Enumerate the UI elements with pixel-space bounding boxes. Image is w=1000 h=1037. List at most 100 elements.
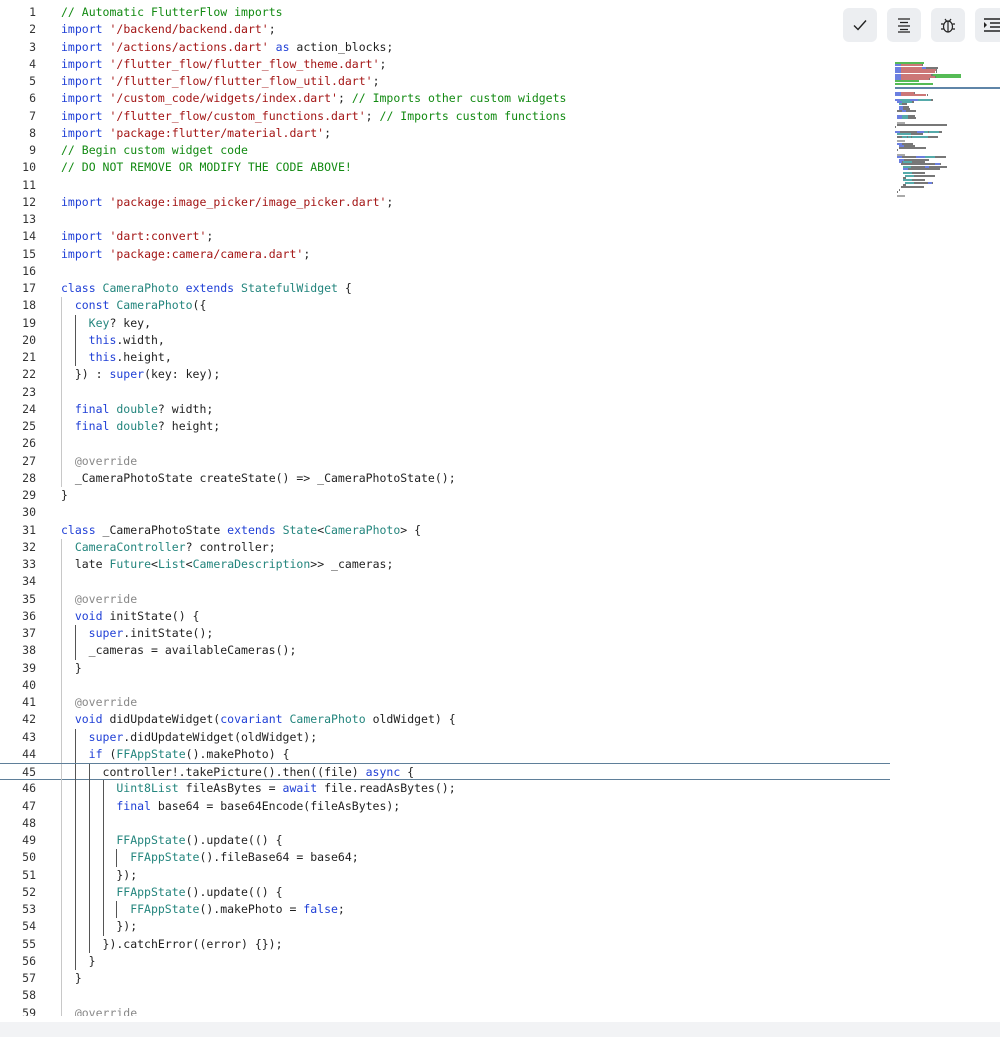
code-line[interactable]: 59 @override: [0, 1004, 890, 1016]
code-line[interactable]: 7 import '/flutter_flow/custom_functions.…: [0, 108, 890, 125]
code-line[interactable]: 17 class CameraPhoto extends StatefulWidg…: [0, 280, 890, 297]
code-line[interactable]: 35 @override: [0, 590, 890, 608]
code-line[interactable]: 57}: [0, 970, 890, 988]
line-number: 14: [22, 229, 36, 244]
code-token: initState() {: [109, 608, 200, 623]
minimap-line: [912, 101, 915, 104]
code-line[interactable]: 32 CameraController? controller;: [0, 538, 890, 556]
indent-guide: [74, 866, 76, 884]
minimap-line: [932, 181, 933, 184]
code-line[interactable]: 42 void didUpdateWidget(covariant CameraP…: [0, 711, 890, 729]
code-line[interactable]: 55}).catchError((error) {});: [0, 935, 890, 953]
code-line[interactable]: 23: [0, 383, 890, 401]
code-line[interactable]: 3 import '/actions/actions.dart' as actio…: [0, 39, 890, 56]
indent-guide: [88, 764, 90, 782]
code-line[interactable]: 58: [0, 987, 890, 1005]
code-line[interactable]: 34: [0, 573, 890, 591]
code-text: import '/flutter_flow/flutter_flow_util.…: [61, 73, 380, 90]
code-line[interactable]: 12 import 'package:image_picker/image_pic…: [0, 194, 890, 211]
code-line[interactable]: 48: [0, 814, 890, 832]
indent-guide: [61, 866, 62, 884]
code-line[interactable]: 31 class _CameraPhotoState extends State<…: [0, 522, 890, 539]
minimap-line: [901, 186, 925, 189]
code-line[interactable]: 44 if (FFAppState().makePhoto) {: [0, 745, 890, 763]
indent-button[interactable]: [975, 8, 1000, 42]
code-line[interactable]: 56}: [0, 952, 890, 970]
code-line[interactable]: 39}: [0, 659, 890, 677]
code-line[interactable]: 20 this.width,: [0, 331, 890, 349]
code-line[interactable]: 52 FFAppState().update(() {: [0, 883, 890, 901]
code-token: import: [61, 125, 110, 140]
line-number: 6: [29, 91, 36, 106]
indent-guide: [61, 797, 62, 815]
indent-guide: [61, 452, 62, 470]
code-line[interactable]: 11: [0, 177, 890, 194]
code-line[interactable]: 51});: [0, 866, 890, 884]
code-line[interactable]: 29}: [0, 487, 890, 504]
code-line[interactable]: 28 _CameraPhotoState createState() => _Ca…: [0, 469, 890, 487]
indent-guide: [61, 711, 62, 729]
code-token: ;: [365, 108, 380, 123]
code-line[interactable]: 24 final double? width;: [0, 400, 890, 418]
code-token: // Automatic FlutterFlow imports: [61, 5, 283, 19]
code-line[interactable]: 26: [0, 435, 890, 453]
indent-guide: [61, 832, 62, 850]
minimap-line: [897, 190, 898, 193]
code-line[interactable]: 54});: [0, 918, 890, 936]
code-token: FFAppState: [116, 884, 186, 899]
code-line[interactable]: 22}) : super(key: key);: [0, 366, 890, 384]
code-line[interactable]: 4 import '/flutter_flow/flutter_flow_them…: [0, 56, 890, 73]
code-token: 'package:image_picker/image_picker.dart': [109, 194, 387, 209]
code-line[interactable]: 13: [0, 211, 890, 228]
line-number: 32: [22, 539, 36, 554]
code-token: <: [185, 557, 193, 571]
code-line[interactable]: 19 Key? key,: [0, 314, 890, 332]
code-line[interactable]: 33 late Future<List<CameraDescription>> _…: [0, 556, 890, 574]
code-line[interactable]: 38 _cameras = availableCameras();: [0, 642, 890, 660]
code-line[interactable]: 53 FFAppState().makePhoto = false;: [0, 901, 890, 919]
code-line[interactable]: 46 Uint8List fileAsBytes = await file.rea…: [0, 780, 890, 798]
indent-guide: [74, 745, 76, 763]
code-line[interactable]: 5 import '/flutter_flow/flutter_flow_util…: [0, 73, 890, 90]
code-line[interactable]: 8 import 'package:flutter/material.dart';: [0, 125, 890, 142]
code-line[interactable]: 27 @override: [0, 452, 890, 470]
code-line[interactable]: 10 // DO NOT REMOVE OR MODIFY THE CODE AB…: [0, 159, 890, 176]
code-line[interactable]: 15 import 'package:camera/camera.dart';: [0, 246, 890, 263]
code-line[interactable]: 47 final base64 = base64Encode(fileAsByte…: [0, 797, 890, 815]
code-token: '/custom_code/widgets/index.dart': [109, 91, 338, 106]
code-line[interactable]: 37 super.initState();: [0, 625, 890, 643]
code-line[interactable]: 41 @override: [0, 694, 890, 712]
code-text: class CameraPhoto extends StatefulWidget…: [61, 280, 352, 297]
debug-button[interactable]: [931, 8, 965, 42]
code-line[interactable]: 43 super.didUpdateWidget(oldWidget);: [0, 728, 890, 746]
code-line[interactable]: 16: [0, 263, 890, 280]
minimap-line: [906, 110, 916, 113]
indent-guide: [74, 918, 76, 936]
code-token: import: [61, 108, 110, 123]
format-button[interactable]: [887, 8, 921, 42]
bug-icon: [941, 18, 955, 33]
line-number: 21: [22, 350, 36, 364]
code-line[interactable]: 30: [0, 504, 890, 521]
code-line[interactable]: 40: [0, 676, 890, 694]
indent-guide: [74, 814, 76, 832]
code-line[interactable]: 50 FFAppState().fileBase64 = base64;: [0, 849, 890, 867]
code-line[interactable]: 21 this.height,: [0, 349, 890, 367]
code-line[interactable]: 6 import '/custom_code/widgets/index.dart…: [0, 90, 890, 107]
line-number: 39: [22, 660, 36, 675]
code-line[interactable]: 25 final double? height;: [0, 418, 890, 436]
indent-guide: [88, 780, 90, 798]
code-line[interactable]: 9 // Begin custom widget code: [0, 142, 890, 159]
code-line[interactable]: 1 // Automatic FlutterFlow imports: [0, 4, 890, 21]
code-editor[interactable]: 1 // Automatic FlutterFlow imports 2 import…: [0, 4, 890, 1016]
code-line[interactable]: 18 const CameraPhoto({: [0, 297, 890, 315]
code-line[interactable]: 45 controller!.takePicture().then((file) …: [0, 763, 890, 782]
code-token: List: [157, 557, 186, 571]
minimap[interactable]: [895, 62, 1000, 202]
code-line[interactable]: 49 FFAppState().update(() {: [0, 832, 890, 850]
line-number: 48: [22, 815, 36, 830]
code-line[interactable]: 14 import 'dart:convert';: [0, 228, 890, 245]
code-line[interactable]: 2 import '/backend/backend.dart';: [0, 21, 890, 38]
line-number: 11: [22, 177, 36, 192]
code-line[interactable]: 36 void initState() {: [0, 607, 890, 625]
